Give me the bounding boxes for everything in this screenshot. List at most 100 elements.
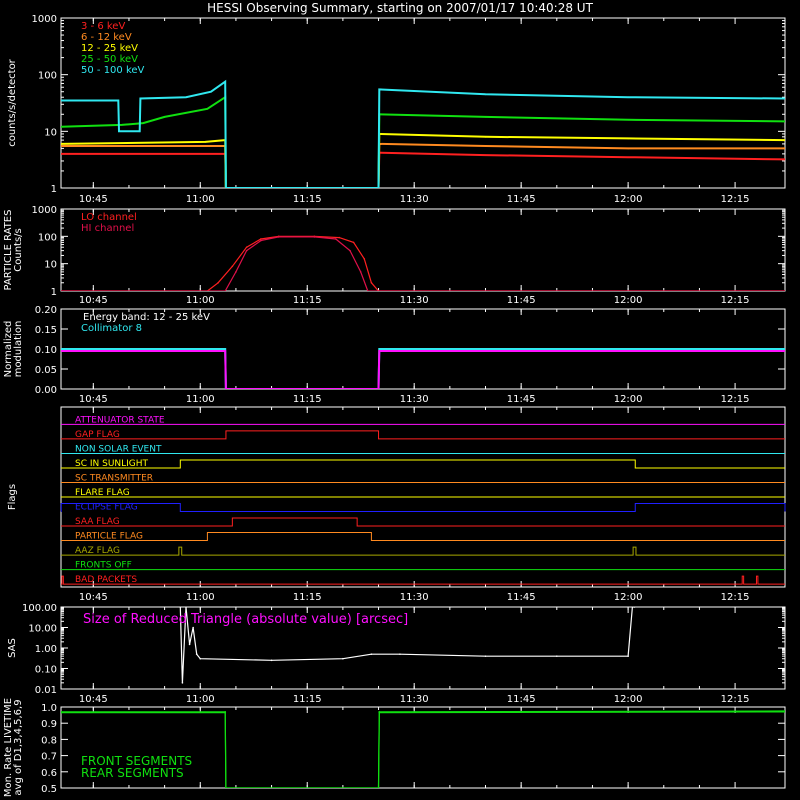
x-tick-label: 12:15: [721, 194, 750, 205]
flag-label: NON SOLAR EVENT: [75, 444, 162, 454]
series-line: [61, 348, 785, 389]
data-point: [367, 290, 369, 291]
data-point: [225, 388, 227, 389]
data-point: [139, 97, 142, 100]
data-point: [627, 655, 629, 657]
data-point: [224, 290, 227, 291]
data-point: [235, 271, 237, 273]
flag-label: ECLIPSE FLAG: [75, 503, 138, 513]
data-point: [231, 265, 234, 268]
y-tick-label: 100: [38, 71, 57, 82]
data-point: [185, 96, 187, 99]
x-tick-label: 11:45: [507, 194, 536, 205]
data-point: [784, 158, 785, 161]
data-point: [377, 787, 380, 788]
data-point: [338, 236, 341, 239]
y-tick-label: 1: [51, 287, 57, 298]
panel-2: 10:45 11:00 11:15 11:30 11:45 12:00 12:15PARTI…: [3, 205, 786, 306]
legend-entry: REAR SEGMENTS: [81, 766, 184, 780]
data-point: [334, 238, 337, 240]
y-tick-label: 0.9: [41, 719, 57, 730]
data-point: [484, 154, 487, 156]
y-axis-label: Flags: [7, 484, 18, 510]
y-tick-label: 0.6: [41, 768, 57, 779]
data-point: [181, 682, 184, 684]
flag-label: FRONTS OFF: [75, 561, 132, 571]
y-axis-label: modulation: [13, 321, 24, 378]
flag-label: BAD PACKETS: [75, 575, 137, 585]
panel-frame: [60, 208, 786, 292]
flag-label: SAA FLAG: [75, 517, 120, 527]
y-axis-label: Counts/s: [13, 228, 24, 272]
y-tick-label: 10.00: [28, 624, 57, 635]
x-tick-label: 11:45: [507, 694, 536, 705]
data-point: [245, 249, 248, 252]
data-point: [260, 239, 262, 242]
legend-entry: 50 - 100 keV: [81, 65, 145, 76]
legend-entry: 6 - 12 keV: [81, 32, 132, 43]
series-group: [61, 348, 785, 389]
flag-line: [61, 546, 785, 556]
flag-label: SC TRANSMITTER: [75, 473, 153, 483]
series-line: [61, 151, 785, 188]
legend-entry: HI channel: [81, 223, 134, 234]
data-point: [484, 655, 487, 657]
data-point: [363, 258, 366, 260]
data-point: [484, 116, 487, 118]
data-point: [359, 271, 362, 273]
data-point: [370, 653, 373, 655]
x-tick-label: 11:30: [400, 394, 429, 405]
data-point: [349, 249, 351, 252]
data-point: [370, 281, 373, 284]
panel-5: 10:45 11:00 11:15 11:30 11:45 12:00 12:15 SAS 0.…: [7, 603, 786, 705]
y-tick-label: 0.05: [35, 365, 57, 376]
x-tick-label: 11:45: [507, 295, 536, 306]
series-line: [61, 350, 785, 389]
data-point: [377, 388, 380, 389]
y-tick-label: 0.10: [35, 345, 57, 356]
data-point: [784, 120, 785, 123]
flag-line: [61, 532, 785, 542]
flag-label: SC IN SUNLIGHT: [75, 459, 149, 469]
x-tick-label: 11:15: [293, 295, 322, 306]
data-point: [142, 122, 145, 124]
data-point: [399, 653, 401, 655]
series-group: [61, 79, 785, 188]
series-line: [61, 132, 785, 188]
data-point: [484, 136, 487, 138]
flag-label: PARTICLE FLAG: [75, 532, 143, 542]
data-point: [195, 653, 198, 655]
x-tick-label: 11:30: [400, 295, 429, 306]
data-point: [204, 145, 207, 147]
x-tick-label: 12:00: [614, 592, 643, 603]
data-point: [121, 124, 123, 126]
flag-label: AAZ FLAG: [75, 546, 120, 556]
y-axis-label: counts/s/detector: [7, 58, 18, 146]
y-tick-label: 0.01: [35, 685, 57, 696]
x-tick-label: 12:15: [721, 394, 750, 405]
data-point: [631, 607, 634, 608]
data-point: [784, 348, 785, 350]
x-tick-label: 10:45: [79, 194, 108, 205]
data-point: [210, 90, 212, 93]
data-point: [378, 711, 381, 714]
data-point: [204, 141, 207, 143]
panel-4: 10:45 11:00 11:15 11:30 11:45 12:00 12:15 Flags…: [7, 406, 786, 603]
data-point: [117, 99, 120, 102]
x-tick-label: 11:30: [400, 592, 429, 603]
data-point: [784, 139, 785, 141]
y-tick-label: 0.15: [35, 325, 57, 336]
data-point: [484, 145, 487, 147]
y-tick-label: 10: [44, 260, 57, 271]
legend-entry: LO channel: [81, 212, 137, 223]
y-tick-label: 0.20: [35, 305, 57, 316]
y-axis-label: SAS: [7, 638, 18, 658]
data-point: [633, 607, 636, 608]
y-tick-label: 0.5: [41, 784, 57, 795]
data-point: [245, 246, 248, 249]
panel-frame: [60, 17, 786, 189]
data-point: [784, 290, 785, 291]
flag-line: [60, 503, 786, 513]
series-line: [61, 142, 785, 188]
y-tick-label: 0.10: [35, 665, 57, 676]
